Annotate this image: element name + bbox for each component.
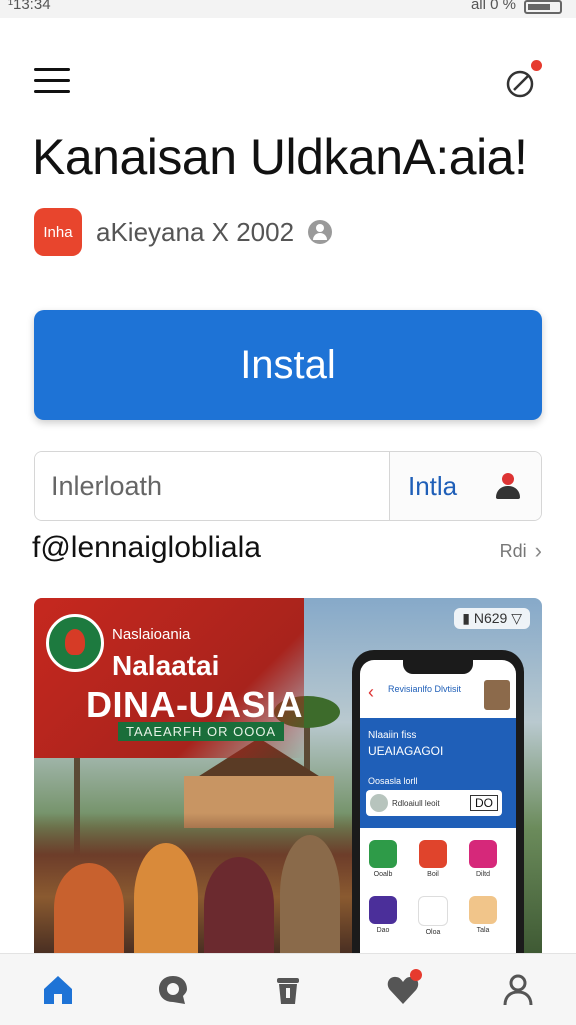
phone-app: Dao [368,896,398,934]
trash-icon[interactable] [263,965,313,1015]
phone-brand: Revisianlfo Dlvtisit [388,684,462,694]
bottom-nav [0,953,576,1025]
status-time: ¹13:34 [8,0,51,13]
emblem-logo [46,614,104,672]
phone-app: Boil [418,840,448,878]
phone-notch [403,660,473,674]
phone-header: ‹ Revisianlfo Dlvtisit [360,678,516,718]
status-right: all 0 % [470,0,562,14]
battery-icon [524,0,562,14]
search-action-button[interactable]: Intla [390,452,541,520]
search-action-label: Intla [408,470,458,501]
status-bar: ¹13:34 all 0 % [0,0,576,18]
notification-dot [410,968,423,981]
person-figure [204,857,274,953]
page-title: Kanaisan UldkanA:aia! [32,129,528,185]
phone-app: Tala [468,896,498,934]
notification-dot [531,60,542,71]
banner-badge[interactable]: ▮ N629 ▽ [454,608,530,629]
banner-strip: TAAEARFH OR OOOA [118,722,285,741]
person-figure [280,835,340,953]
chat-icon[interactable] [148,965,198,1015]
banner-headline: DINA-UASIA [86,684,303,725]
crowd-photo [34,813,364,953]
phone-app: Diltd [468,840,498,878]
install-button[interactable]: Instal [34,310,542,420]
status-battery-text: all 0 % [470,0,516,13]
banner-badge-label: N629 [473,610,508,626]
section-more-label: Rdi [499,540,527,561]
video-icon: ▮ [462,610,470,626]
menu-icon[interactable] [34,68,70,96]
person-icon [493,471,523,501]
phone-thumbnail [484,680,510,710]
phone-row-text: Rdloaiull leoit [392,798,440,808]
phone-line2: UEAIAGAGOI [368,744,444,758]
phone-app: Oloa [418,896,448,936]
person-figure [54,863,124,953]
home-icon[interactable] [33,965,83,1015]
phone-line3: Oosasla lorll [368,776,418,786]
phone-app: Ooalb [368,840,398,878]
edit-icon[interactable] [504,60,542,100]
heart-icon[interactable] [378,965,428,1015]
section-more-link[interactable]: Rdi › [500,538,542,564]
app-meta-row: Inha aKieyana X 2002 [34,208,333,256]
featured-banner[interactable]: Naslaioania Nalaatai DINA-UASIA TAAEARFH… [34,598,542,953]
phone-mockup: ‹ Revisianlfo Dlvtisit Nlaaiin fiss UEAI… [352,650,524,953]
chevron-right-icon: › [534,538,542,563]
app-icon: Inha [34,208,82,256]
phone-line1: Nlaaiin fiss [368,730,417,741]
phone-screen: ‹ Revisianlfo Dlvtisit Nlaaiin fiss UEAI… [360,660,516,953]
profile-icon[interactable] [493,965,543,1015]
chevron-down-icon: ▽ [511,610,522,626]
search-input[interactable] [35,452,390,520]
banner-name: Nalaatai [112,650,220,681]
phone-row-icon [370,794,388,812]
phone-list-row: Rdloaiull leoit DO [366,790,502,816]
section-title: f@lennaiglobliala [32,531,261,564]
banner-subtitle: Naslaioania [112,626,191,643]
search-bar: Intla [34,451,542,521]
person-figure [134,843,198,953]
user-info-icon[interactable] [308,220,333,244]
developer-label: aKieyana X 2002 [96,216,295,247]
phone-row-badge: DO [470,795,498,811]
back-icon: ‹ [368,682,374,702]
